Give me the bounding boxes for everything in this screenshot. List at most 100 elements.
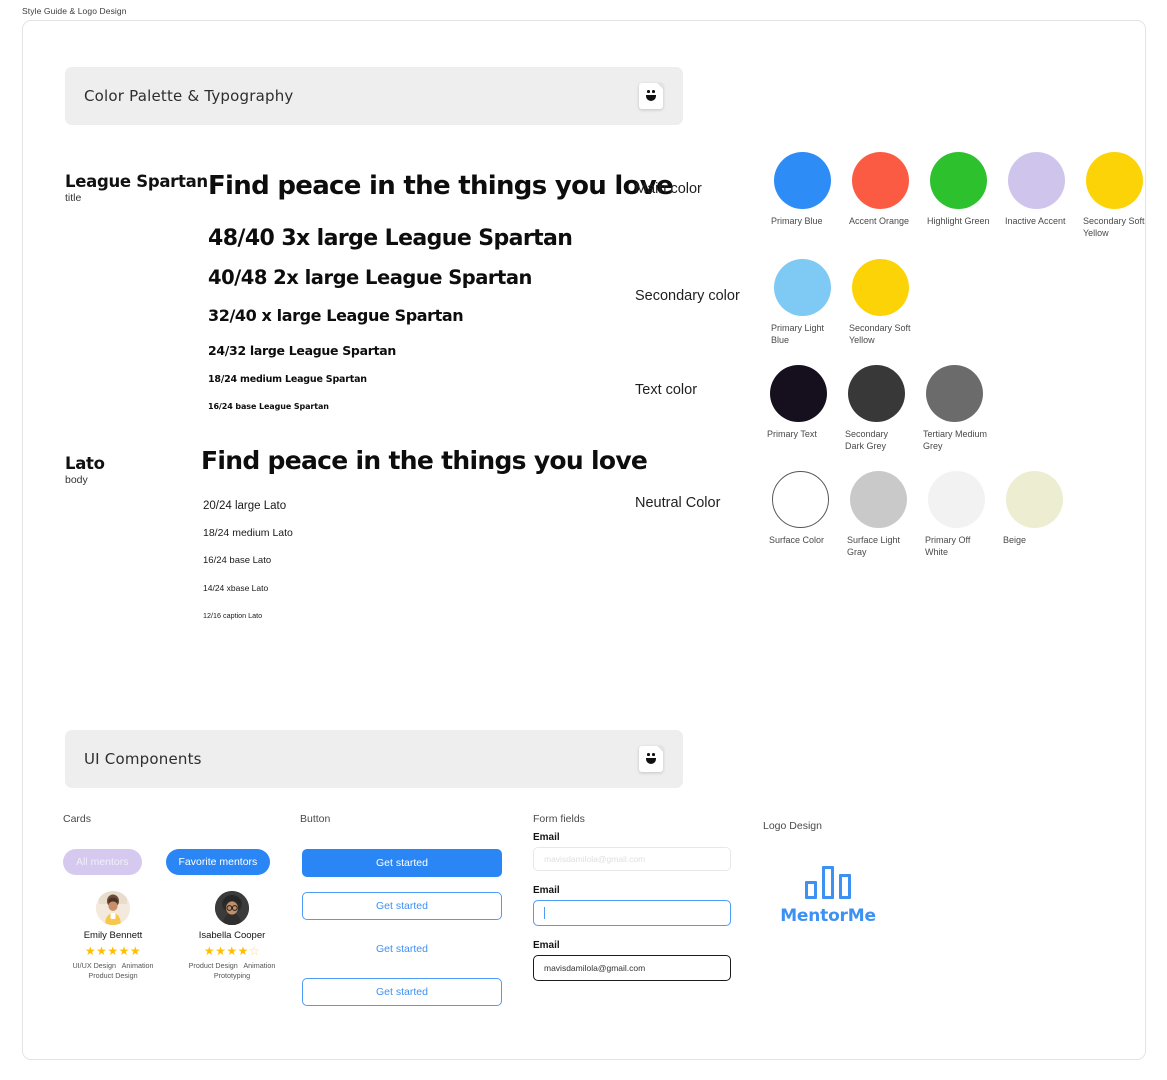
button-group: Get started Get started Get started Get … (302, 849, 502, 1006)
swatch-label: Inactive Accent (1005, 216, 1066, 226)
swatch-item: Primary Off White (923, 471, 989, 558)
swatch-label: Primary Text (767, 429, 817, 439)
type-scale-item: 16/24 base Lato (203, 555, 272, 566)
smiley-document-icon (639, 83, 663, 109)
typeface-role: body (65, 474, 88, 486)
color-row-neutral: Surface Color Surface Light Gray Primary… (767, 471, 1067, 558)
color-group-label-text: Text color (635, 382, 698, 398)
typeface-role: title (65, 192, 82, 204)
swatch-item: Surface Light Gray (845, 471, 911, 558)
typeface-league-spartan: League Spartan title (65, 172, 208, 204)
color-row-secondary: Primary Light Blue Secondary Soft Yellow (769, 259, 913, 346)
lato-specimens: Find peace in the things you love 20/24 … (201, 446, 648, 620)
type-scale-item: 16/24 base League Spartan (208, 402, 329, 411)
swatch-label: Secondary Soft Yellow (849, 323, 911, 345)
mentor-card-list: Emily Bennett ★★★★★ UI/UX Design Animati… (61, 891, 284, 981)
swatch-label: Highlight Green (927, 216, 990, 226)
logo-wordmark: MentorMe (780, 906, 876, 926)
mentor-tag: Animation (121, 961, 154, 970)
color-swatch (1005, 471, 1063, 528)
get-started-button-filled[interactable]: Get started (302, 849, 502, 877)
logo-bar-medium (839, 874, 851, 899)
type-scale-item: 18/24 medium Lato (203, 527, 293, 539)
rating-stars: ★★★★★ (84, 944, 142, 958)
form-field-group: Email mavisdamilola@gmail.com Email Emai… (533, 832, 731, 981)
get-started-button-text[interactable]: Get started (302, 935, 502, 963)
swatch-item: Surface Color (767, 471, 833, 558)
color-swatch (1007, 152, 1065, 209)
type-scale-item: 40/48 2x large League Spartan (208, 266, 532, 289)
field-label: Email (533, 885, 560, 896)
swatch-label: Accent Orange (849, 216, 910, 226)
swatch-label: Secondary Dark Grey (845, 429, 889, 451)
mentor-card[interactable]: Isabella Cooper ★★★★☆ Product Design Ani… (180, 891, 284, 981)
swatch-item: Primary Blue (769, 152, 835, 239)
color-swatch (773, 152, 831, 209)
swatch-item: Primary Text (765, 365, 831, 452)
smiley-document-icon (639, 746, 663, 772)
swatch-item: Accent Orange (847, 152, 913, 239)
mentor-tag: Animation (243, 961, 276, 970)
mentor-tags: Product Design Animation Prototyping (180, 961, 284, 981)
get-started-button-outline-2[interactable]: Get started (302, 978, 502, 1006)
field-label: Email (533, 940, 560, 951)
form-field-empty: Email mavisdamilola@gmail.com (533, 832, 731, 871)
swatch-item: Primary Light Blue (769, 259, 835, 346)
logo-design-label: Logo Design (763, 820, 822, 832)
swatch-item: Beige (1001, 471, 1067, 558)
swatch-label: Primary Blue (771, 216, 823, 226)
mentor-tag: UI/UX Design (72, 961, 116, 970)
page-label: Style Guide & Logo Design (22, 6, 127, 16)
type-scale-item: 18/24 medium League Spartan (208, 374, 367, 385)
mentor-tag: Prototyping (213, 971, 251, 980)
mentor-tag: Product Design (88, 971, 138, 980)
swatch-item: Secondary Soft Yellow (847, 259, 913, 346)
type-sample: Find peace in the things you love (201, 446, 648, 475)
form-fields-label: Form fields (533, 813, 585, 825)
swatch-label: Primary Off White (925, 535, 971, 557)
email-input-filled[interactable]: mavisdamilola@gmail.com (533, 955, 731, 981)
type-scale-item: 24/32 large League Spartan (208, 343, 396, 358)
mentor-name: Emily Bennett (83, 930, 143, 941)
typeface-lato: Lato body (65, 454, 105, 486)
cards-label: Cards (63, 813, 92, 825)
color-swatch (927, 471, 985, 528)
mentor-card[interactable]: Emily Bennett ★★★★★ UI/UX Design Animati… (61, 891, 165, 981)
mentor-name: Isabella Cooper (198, 930, 266, 941)
swatch-label: Beige (1003, 535, 1027, 545)
section-header-components: UI Components (65, 730, 683, 788)
field-label: Email (533, 832, 560, 843)
email-input-placeholder[interactable]: mavisdamilola@gmail.com (533, 847, 731, 871)
color-swatch (773, 259, 831, 316)
color-swatch (847, 365, 905, 422)
type-scale-item: 32/40 x large League Spartan (208, 306, 464, 325)
avatar-photo (215, 891, 249, 925)
canvas-frame: Color Palette & Typography League Sparta… (22, 20, 1146, 1060)
get-started-button-outline[interactable]: Get started (302, 892, 502, 920)
color-swatch (929, 152, 987, 209)
rating-stars: ★★★★☆ (203, 944, 261, 958)
filter-pill-group: All mentors Favorite mentors (63, 849, 271, 875)
email-input-focused[interactable] (533, 900, 731, 926)
color-group-label-neutral: Neutral Color (635, 495, 721, 511)
form-field-focused: Email (533, 885, 731, 926)
swatch-label: Surface Light Gray (847, 535, 901, 557)
section-header-typography: Color Palette & Typography (65, 67, 683, 125)
swatch-label: Secondary Soft Yellow (1083, 216, 1145, 238)
color-swatch (771, 471, 829, 528)
section-title: UI Components (84, 750, 202, 768)
section-title: Color Palette & Typography (84, 87, 294, 105)
type-scale-item: 48/40 3x large League Spartan (208, 226, 573, 251)
color-row-text: Primary Text Secondary Dark Grey Tertiar… (765, 365, 987, 452)
swatch-item: Tertiary Medium Grey (921, 365, 987, 452)
type-scale-item: 20/24 large Lato (203, 500, 287, 512)
pill-all-mentors[interactable]: All mentors (63, 849, 142, 875)
type-sample: Find peace in the things you love (208, 171, 674, 201)
mentor-tag: Product Design (188, 961, 238, 970)
league-spartan-specimens: Find peace in the things you love 48/40 … (208, 171, 674, 411)
pill-favorite-mentors[interactable]: Favorite mentors (165, 849, 271, 875)
form-field-filled: Email mavisdamilola@gmail.com (533, 940, 731, 981)
color-swatch (851, 259, 909, 316)
type-scale-item: 12/16 caption Lato (203, 611, 263, 620)
color-swatch (849, 471, 907, 528)
